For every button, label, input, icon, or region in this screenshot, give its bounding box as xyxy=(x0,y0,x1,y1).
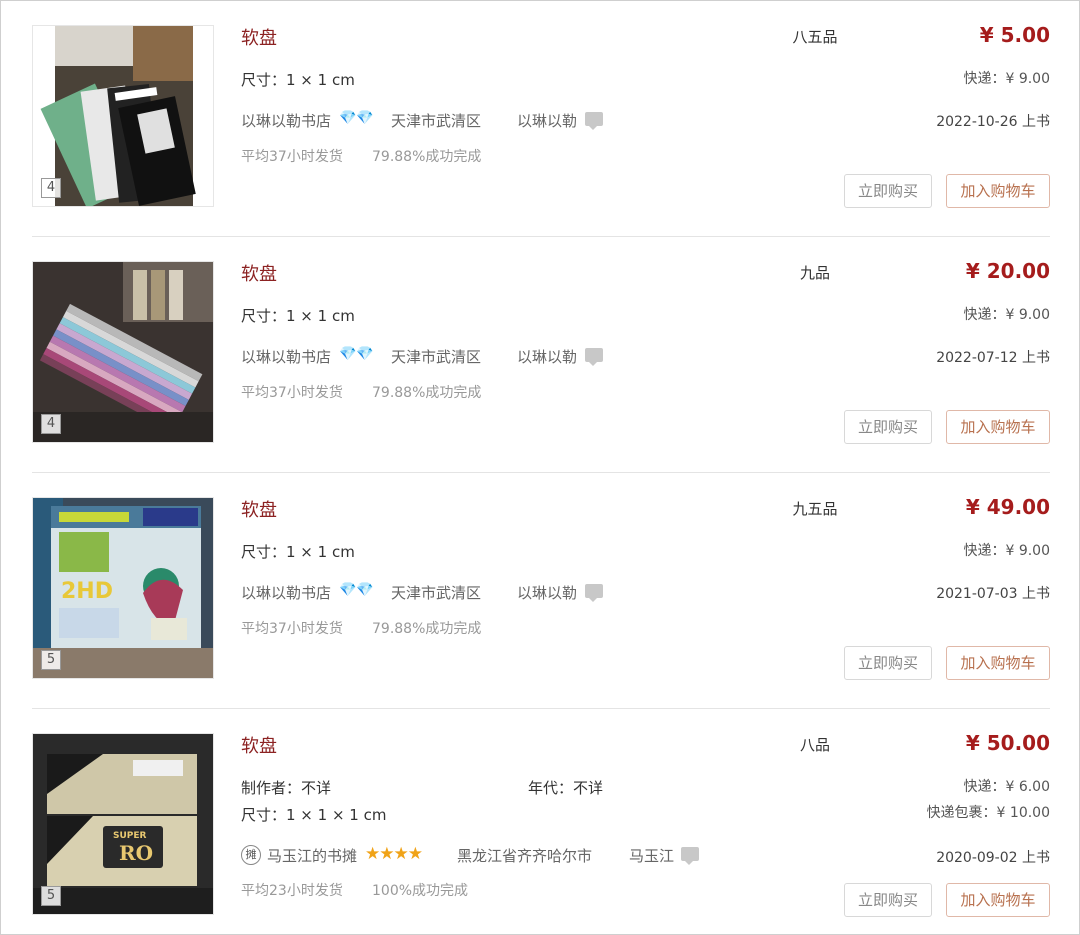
product-image[interactable]: 4 xyxy=(32,261,214,443)
chat-icon[interactable] xyxy=(585,348,603,366)
shipping-fee-package: 快递包裹：¥ 10.00 xyxy=(926,805,1050,821)
buy-now-button[interactable]: 立即购买 xyxy=(844,410,932,444)
seller-name[interactable]: 以琳以勒 xyxy=(517,346,577,367)
shop-name[interactable]: 马玉江的书摊 xyxy=(267,845,357,866)
success-rate: 100%成功完成 xyxy=(372,883,469,899)
buy-now-button[interactable]: 立即购买 xyxy=(844,883,932,917)
price: ¥ 20.00 xyxy=(965,259,1050,283)
diamond-icon: 💎💎 xyxy=(339,110,374,126)
image-count-badge: 4 xyxy=(41,178,61,198)
listing-item: 4 软盘 九品 ¥ 20.00 尺寸：1 × 1 cm 快递：¥ 9.00 以琳… xyxy=(32,237,1050,473)
chat-icon[interactable] xyxy=(681,847,699,865)
shop-name[interactable]: 以琳以勒书店 xyxy=(241,582,331,603)
listing-item: 4 软盘 八五品 ¥ 5.00 尺寸：1 × 1 cm 快递：¥ 9.00 以琳… xyxy=(32,1,1050,237)
size-attribute: 尺寸：1 × 1 cm xyxy=(241,71,355,89)
seller-name[interactable]: 以琳以勒 xyxy=(517,110,577,131)
listing-date: 2022-07-12 上书 xyxy=(936,350,1050,366)
listing-page: 4 软盘 八五品 ¥ 5.00 尺寸：1 × 1 cm 快递：¥ 9.00 以琳… xyxy=(0,0,1080,935)
star-icon: ★★★★ xyxy=(365,844,423,864)
image-count-badge: 4 xyxy=(41,414,61,434)
product-image[interactable]: 2HD 5 xyxy=(32,497,214,679)
product-image[interactable]: 4 xyxy=(32,25,214,207)
listing-date: 2021-07-03 上书 xyxy=(936,586,1050,602)
success-rate: 79.88%成功完成 xyxy=(372,385,482,401)
listing-item: 2HD 5 软盘 九五品 ¥ 49.00 尺寸：1 × 1 cm 快递：¥ 9.… xyxy=(32,473,1050,709)
svg-text:RO: RO xyxy=(119,841,153,865)
listing-date: 2020-09-02 上书 xyxy=(936,850,1050,866)
chat-icon[interactable] xyxy=(585,584,603,602)
shop-name[interactable]: 以琳以勒书店 xyxy=(241,110,331,131)
add-to-cart-button[interactable]: 加入购物车 xyxy=(946,646,1050,680)
success-rate: 79.88%成功完成 xyxy=(372,149,482,165)
shop-location: 黑龙江省齐齐哈尔市 xyxy=(457,847,593,865)
avg-ship-time: 平均37小时发货 xyxy=(241,621,343,637)
product-title[interactable]: 软盘 xyxy=(241,732,277,758)
price: ¥ 5.00 xyxy=(979,23,1050,47)
product-title[interactable]: 软盘 xyxy=(241,24,277,50)
shop-location: 天津市武清区 xyxy=(391,584,482,602)
image-count-badge: 5 xyxy=(41,650,61,670)
condition-label: 八品 xyxy=(799,736,830,754)
size-attribute: 尺寸：1 × 1 cm xyxy=(241,307,355,325)
condition-label: 八五品 xyxy=(792,28,838,46)
svg-text:SUPER: SUPER xyxy=(113,831,147,841)
price: ¥ 49.00 xyxy=(965,495,1050,519)
avg-ship-time: 平均23小时发货 xyxy=(241,883,343,899)
listing-item: SUPER RO 5 软盘 八品 ¥ 50.00 制作者：不详 年代：不详 尺寸… xyxy=(32,709,1050,935)
price: ¥ 50.00 xyxy=(965,731,1050,755)
shop-location: 天津市武清区 xyxy=(391,112,482,130)
era-attribute: 年代：不详 xyxy=(528,779,604,797)
condition-label: 九五品 xyxy=(792,500,838,518)
product-title[interactable]: 软盘 xyxy=(241,496,277,522)
seller-name[interactable]: 马玉江 xyxy=(629,845,674,866)
condition-label: 九品 xyxy=(799,264,830,282)
diamond-icon: 💎💎 xyxy=(339,346,374,362)
success-rate: 79.88%成功完成 xyxy=(372,621,482,637)
size-attribute: 尺寸：1 × 1 cm xyxy=(241,543,355,561)
shipping-fee: 快递：¥ 9.00 xyxy=(963,307,1050,323)
avg-ship-time: 平均37小时发货 xyxy=(241,149,343,165)
shop-location: 天津市武清区 xyxy=(391,348,482,366)
listing-date: 2022-10-26 上书 xyxy=(936,114,1050,130)
add-to-cart-button[interactable]: 加入购物车 xyxy=(946,883,1050,917)
product-title[interactable]: 软盘 xyxy=(241,260,277,286)
image-count-badge: 5 xyxy=(41,886,61,906)
buy-now-button[interactable]: 立即购买 xyxy=(844,646,932,680)
product-image[interactable]: SUPER RO 5 xyxy=(32,733,214,915)
add-to-cart-button[interactable]: 加入购物车 xyxy=(946,410,1050,444)
chat-icon[interactable] xyxy=(585,112,603,130)
shipping-fee: 快递：¥ 9.00 xyxy=(963,543,1050,559)
shipping-fee: 快递：¥ 9.00 xyxy=(963,71,1050,87)
avg-ship-time: 平均37小时发货 xyxy=(241,385,343,401)
svg-text:2HD: 2HD xyxy=(61,579,113,604)
diamond-icon: 💎💎 xyxy=(339,582,374,598)
size-attribute: 尺寸：1 × 1 × 1 cm xyxy=(241,806,387,824)
buy-now-button[interactable]: 立即购买 xyxy=(844,174,932,208)
maker-attribute: 制作者：不详 xyxy=(241,779,332,797)
shop-name[interactable]: 以琳以勒书店 xyxy=(241,346,331,367)
add-to-cart-button[interactable]: 加入购物车 xyxy=(946,174,1050,208)
stall-badge-icon: 摊 xyxy=(241,845,261,865)
shipping-fee: 快递：¥ 6.00 xyxy=(963,779,1050,795)
seller-name[interactable]: 以琳以勒 xyxy=(517,582,577,603)
